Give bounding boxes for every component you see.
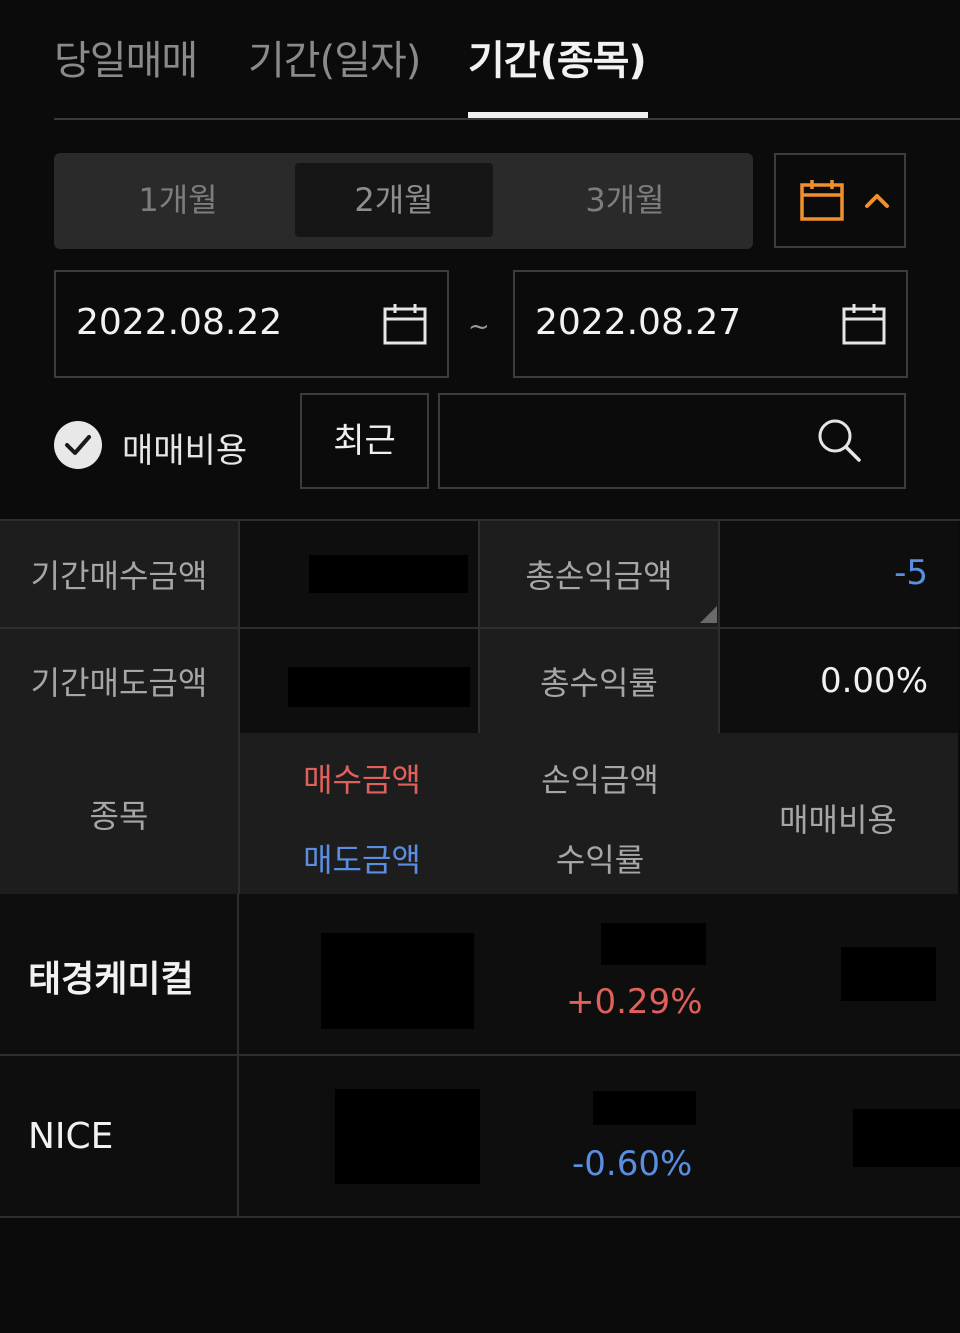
- end-date-value: 2022.08.27: [535, 302, 742, 343]
- calendar-icon: [800, 180, 844, 221]
- redacted-value: [853, 1109, 960, 1167]
- redacted-value: [841, 947, 936, 1001]
- table-row[interactable]: 태경케미컬 +0.29%: [0, 894, 960, 1056]
- date-range-separator: ~: [468, 312, 490, 342]
- column-header-return-rate: 수익률: [555, 841, 645, 879]
- tab-daily-trades[interactable]: 당일매매: [54, 28, 198, 86]
- total-pnl-value-cell: -5: [720, 521, 958, 627]
- chevron-up-icon: [865, 194, 889, 208]
- calendar-icon: [383, 304, 427, 345]
- column-divider: [237, 894, 239, 1054]
- calendar-icon: [842, 304, 886, 345]
- column-header-group: 매수금액 매도금액 손익금액 수익률 매매비용: [240, 733, 958, 894]
- start-date-value: 2022.08.22: [76, 302, 283, 343]
- empty-area: [0, 1218, 960, 1333]
- search-icon: [818, 419, 861, 462]
- active-tab-indicator: [468, 112, 648, 118]
- redacted-value: [321, 933, 474, 1029]
- redacted-value: [335, 1089, 480, 1184]
- calendar-toggle-button[interactable]: [774, 153, 906, 248]
- column-header-fee: 매매비용: [779, 801, 897, 839]
- tab-period-by-date[interactable]: 기간(일자): [248, 28, 421, 86]
- period-3-month-button[interactable]: 3개월: [509, 163, 741, 237]
- period-selector: 1개월 2개월 3개월: [54, 153, 753, 249]
- redacted-value: [309, 555, 468, 593]
- column-header-buy-amount: 매수금액: [303, 761, 421, 799]
- period-1-month-button[interactable]: 1개월: [62, 163, 294, 237]
- fee-checkbox-label: 매매비용: [122, 431, 248, 471]
- fee-checkbox[interactable]: [54, 421, 102, 469]
- end-date-field[interactable]: 2022.08.27: [513, 270, 908, 378]
- period-buy-amount-label: 기간매수금액: [0, 521, 238, 627]
- column-divider: [478, 521, 480, 733]
- return-rate: -0.60%: [572, 1144, 693, 1184]
- total-return-value-cell: 0.00%: [720, 629, 958, 733]
- total-return-label: 총수익률: [480, 629, 718, 733]
- expand-corner-icon: [700, 606, 717, 623]
- total-pnl-label[interactable]: 총손익금액: [480, 521, 718, 627]
- redacted-value: [601, 923, 706, 965]
- total-pnl-value: -5: [894, 553, 928, 593]
- total-pnl-label-text: 총손익금액: [525, 557, 673, 595]
- start-date-field[interactable]: 2022.08.22: [54, 270, 449, 378]
- redacted-value: [593, 1091, 696, 1125]
- tab-period-by-stock[interactable]: 기간(종목): [468, 28, 647, 86]
- stock-search-field[interactable]: [438, 393, 906, 489]
- column-header-stock: 종목: [0, 733, 238, 894]
- column-divider: [238, 521, 240, 894]
- table-row[interactable]: NICE -0.60%: [0, 1056, 960, 1218]
- column-header-pnl-amount: 손익금액: [541, 761, 659, 799]
- column-divider: [718, 521, 720, 733]
- period-sell-amount-label: 기간매도금액: [0, 629, 238, 733]
- summary-table: 기간매수금액 총손익금액 -5 기간매도금액 총수익률 0.00% 종목 매수금…: [0, 519, 960, 894]
- stock-name: 태경케미컬: [28, 959, 194, 1000]
- redacted-value: [288, 667, 470, 707]
- recent-button[interactable]: 최근: [300, 393, 429, 489]
- return-rate: +0.29%: [566, 982, 703, 1022]
- check-icon: [65, 435, 91, 455]
- column-divider: [237, 1056, 239, 1216]
- period-sell-amount-value: [240, 629, 478, 733]
- tab-bar: 당일매매 기간(일자) 기간(종목): [54, 0, 960, 120]
- period-buy-amount-value: [240, 521, 478, 627]
- stock-name: NICE: [28, 1116, 114, 1157]
- total-return-value: 0.00%: [819, 661, 928, 701]
- period-2-month-button[interactable]: 2개월: [295, 163, 493, 237]
- column-header-sell-amount: 매도금액: [303, 841, 421, 879]
